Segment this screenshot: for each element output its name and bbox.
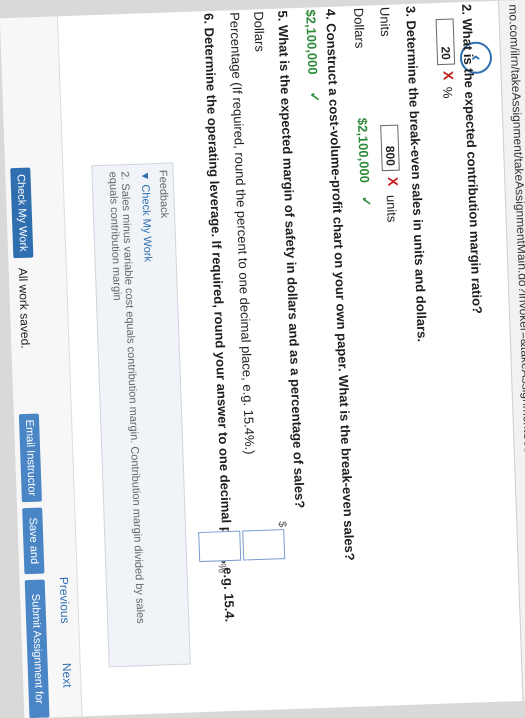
q2-unit: % xyxy=(440,87,455,99)
submit-assignment-button[interactable]: Submit Assignment for Grading xyxy=(25,580,50,718)
q3-dollars-value: $2,100,000 xyxy=(355,118,372,184)
save-and-exit-button[interactable]: Save and Exit xyxy=(22,508,44,575)
check-my-work-link[interactable]: ▼ Check My Work xyxy=(138,170,153,262)
previous-link[interactable]: Previous xyxy=(57,577,73,624)
q3-units-label: Units xyxy=(377,7,393,37)
q5-dollars-input[interactable] xyxy=(242,529,285,560)
question-5-text: 5. What is the expected margin of safety… xyxy=(275,10,307,508)
q5-percentage-input[interactable] xyxy=(198,531,241,562)
q5-dollars-label: Dollars xyxy=(251,11,267,52)
feedback-panel: Feedback ▼ Check My Work 2. Sales minus … xyxy=(91,162,191,667)
check-my-work-button[interactable]: Check My Work xyxy=(10,168,33,259)
q4-value: $2,100,000 xyxy=(303,9,320,75)
q3-units-input[interactable]: 800 xyxy=(380,125,400,172)
q3-units-unit: units xyxy=(384,195,400,223)
next-link[interactable]: Next xyxy=(60,663,75,688)
assignment-content: ‹ 2. What is the expected contribution m… xyxy=(0,1,523,718)
q3-dollars-label: Dollars xyxy=(351,8,367,49)
question-3-text: 3. Determine the break-even sales in uni… xyxy=(403,6,430,342)
assignment-footer: Check My Work Previous Next All work sav… xyxy=(0,16,83,718)
q5-dollar-sign: $ xyxy=(276,521,288,528)
q3-dollars-correct-icon: ✓ xyxy=(358,196,374,207)
q2-incorrect-icon: X xyxy=(440,70,456,80)
feedback-title: Feedback xyxy=(156,170,170,219)
q2-answer-input[interactable]: 20 xyxy=(436,19,456,66)
email-instructor-button[interactable]: Email Instructor xyxy=(19,414,42,503)
save-status: All work saved. xyxy=(16,268,33,349)
q5-percent-sign: % xyxy=(215,563,227,573)
question-4-text: 4. Construct a cost-volume-profit chart … xyxy=(323,9,357,561)
screen-rotated: mo.com/ilrn/takeAssignment/takeAssignmen… xyxy=(0,0,525,718)
q4-correct-icon: ✓ xyxy=(306,91,322,102)
q3-units-incorrect-icon: X xyxy=(385,177,401,187)
q5-percentage-label: Percentage (If required, round the perce… xyxy=(227,12,257,455)
